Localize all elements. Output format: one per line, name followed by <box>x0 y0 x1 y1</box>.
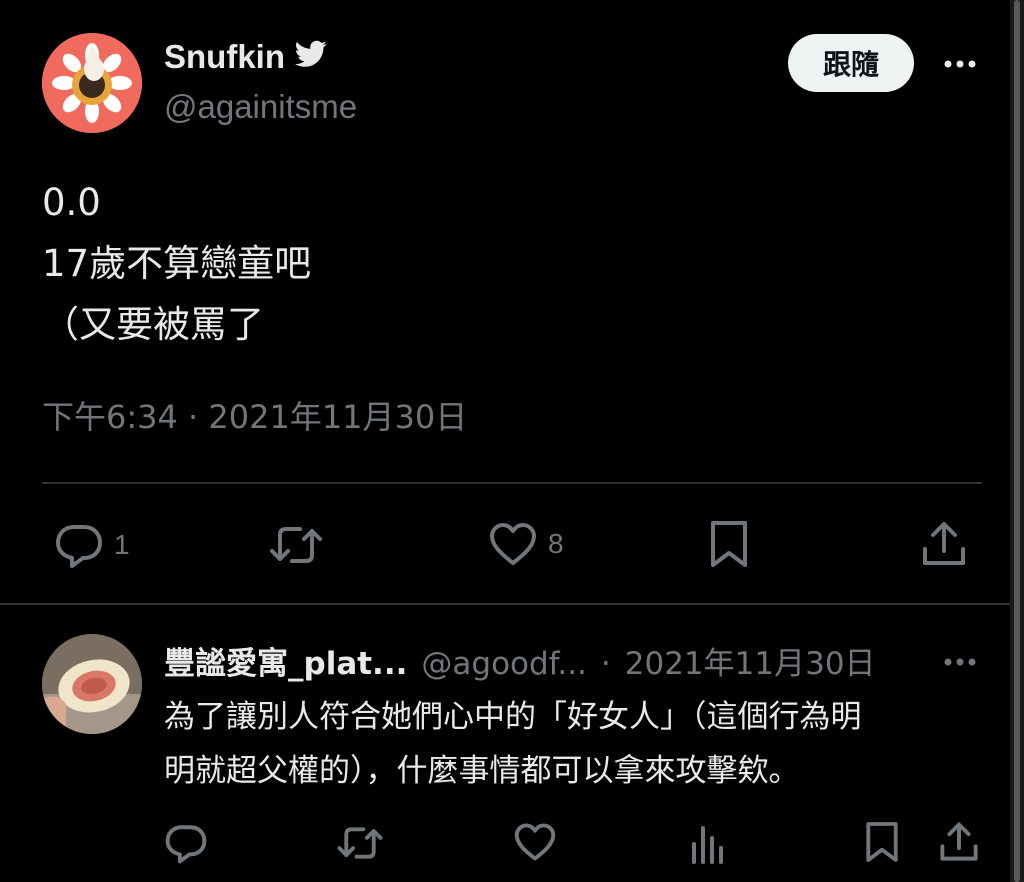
separator-dot: · <box>600 646 611 682</box>
reply-author-name[interactable]: 豐謐愛寓_plat... <box>164 638 407 683</box>
bookmark-button[interactable] <box>864 820 900 864</box>
like-count: 8 <box>548 528 564 559</box>
reply-date[interactable]: 2021年11月30日 <box>625 638 876 683</box>
author-name-text[interactable]: Snufkin <box>164 38 285 76</box>
retweet-button[interactable] <box>268 521 324 569</box>
divider <box>42 482 982 484</box>
tweet-line: （又要被罵了 <box>42 303 264 346</box>
views-button[interactable] <box>690 822 726 864</box>
scrollbar-thumb[interactable] <box>1014 0 1020 882</box>
retweet-icon <box>336 822 384 864</box>
views-icon <box>690 822 726 864</box>
reply-header: 豐謐愛寓_plat... @agoodf... · 2021年11月30日 <box>164 638 876 683</box>
avatar[interactable] <box>42 33 142 133</box>
more-icon[interactable] <box>940 44 980 84</box>
author-handle[interactable]: @againitsme <box>164 88 357 126</box>
divider <box>0 603 1010 605</box>
like-button[interactable]: 8 <box>488 521 564 567</box>
tweet-line: 0.0 <box>42 181 101 224</box>
reply-button[interactable]: 1 <box>54 521 130 569</box>
bookmark-icon <box>864 820 900 864</box>
like-button[interactable] <box>513 822 557 862</box>
scrollbar[interactable] <box>1010 0 1024 882</box>
reply-line: 為了讓別人符合她們心中的「好女人」（這個行為明 <box>164 699 862 735</box>
share-button[interactable] <box>920 519 968 569</box>
share-icon <box>920 519 968 569</box>
retweet-button[interactable] <box>336 822 384 864</box>
reply-line: 明就超父權的），什麼事情都可以拿來攻擊欸。 <box>164 753 800 789</box>
heart-icon <box>488 521 538 567</box>
follow-button[interactable]: 跟隨 <box>788 34 914 92</box>
tweet-line: 17歲不算戀童吧 <box>42 242 312 285</box>
reply-text: 為了讓別人符合她們心中的「好女人」（這個行為明 明就超父權的），什麼事情都可以拿… <box>164 690 984 798</box>
reply-icon <box>164 822 208 864</box>
share-button[interactable] <box>938 820 980 864</box>
author-name[interactable]: Snufkin <box>164 38 327 76</box>
reply-count: 1 <box>114 529 130 560</box>
avatar[interactable] <box>42 634 142 734</box>
tweet-timestamp[interactable]: 下午6:34 · 2021年11月30日 <box>42 392 467 438</box>
heart-icon <box>513 822 557 862</box>
share-icon <box>938 820 980 864</box>
bookmark-button[interactable] <box>708 519 750 569</box>
reply-icon <box>54 521 104 569</box>
more-icon[interactable] <box>940 642 980 682</box>
tweet-text: 0.0 17歲不算戀童吧 （又要被罵了 <box>42 172 311 355</box>
bookmark-icon <box>708 519 750 569</box>
retweet-icon <box>268 521 324 569</box>
reply-button[interactable] <box>164 822 208 864</box>
reply-author-handle[interactable]: @agoodf... <box>421 646 587 682</box>
bird-icon <box>294 38 327 76</box>
